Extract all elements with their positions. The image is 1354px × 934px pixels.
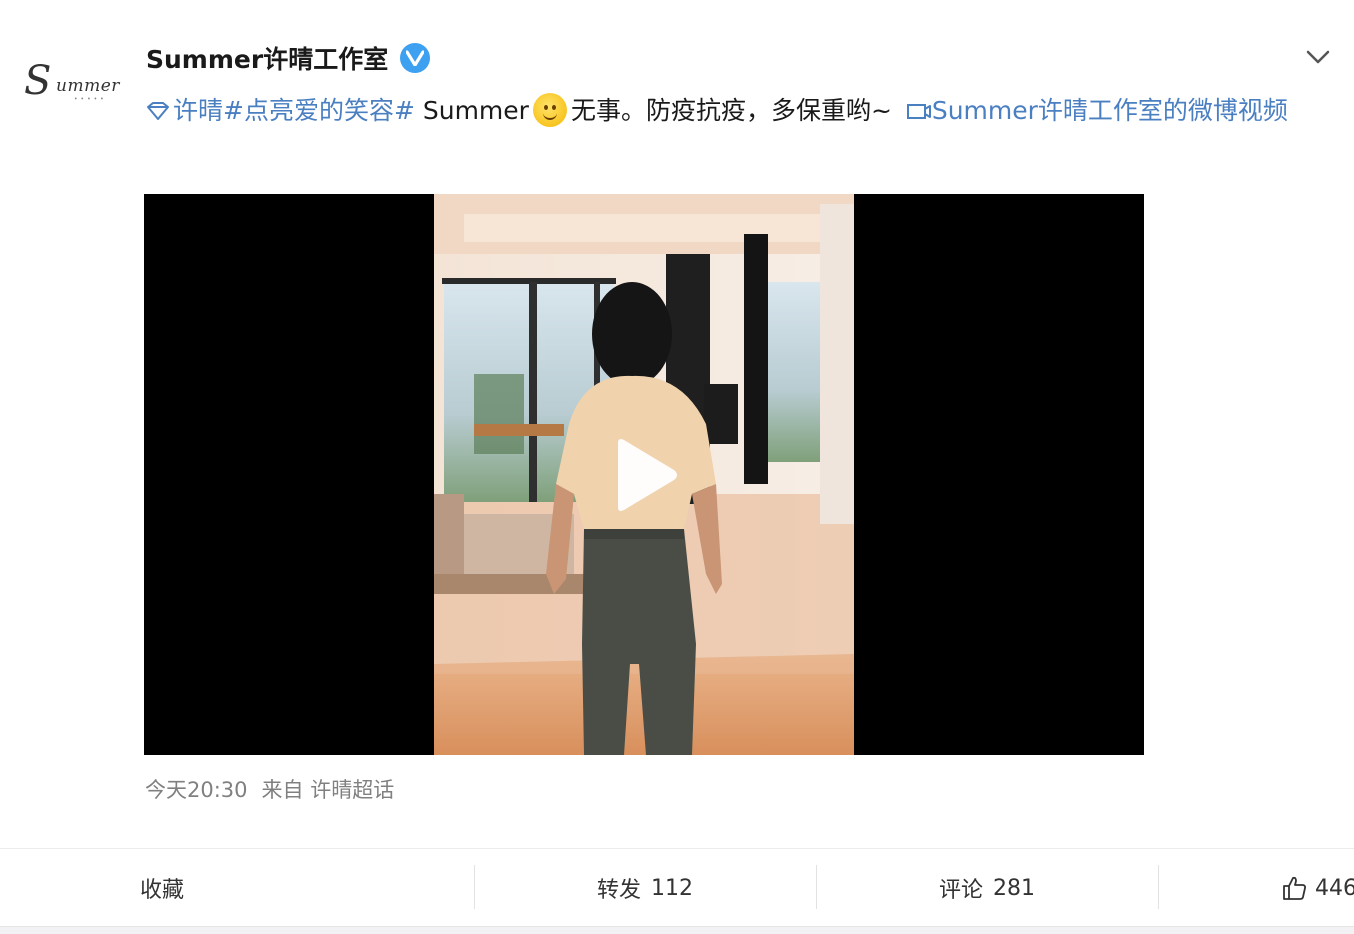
weibo-post-card: S ummer ••••• Summer许晴工作室 许晴#点亮爱的笑容# Sum… bbox=[0, 0, 1354, 927]
post-text: 许晴#点亮爱的笑容# Summer 无事。防疫抗疫，多保重哟~ Summer许晴工… bbox=[145, 86, 1305, 136]
play-icon[interactable] bbox=[610, 437, 680, 513]
topic-label: 许晴#点亮爱的笑容# bbox=[173, 96, 415, 125]
comment-label: 评论 bbox=[938, 878, 983, 903]
action-bar: 收藏 转发 112 评论 281 4467 bbox=[0, 848, 1354, 927]
avatar[interactable]: S ummer ••••• bbox=[22, 58, 122, 110]
video-link-icon bbox=[906, 104, 931, 119]
verified-icon bbox=[400, 43, 431, 73]
video-link-label: Summer许晴工作室的微博视频 bbox=[931, 96, 1288, 125]
repost-label: 转发 bbox=[596, 878, 641, 903]
author-name[interactable]: Summer许晴工作室 bbox=[146, 40, 388, 76]
like-count: 4467 bbox=[1315, 875, 1354, 901]
comment-button[interactable]: 评论 281 bbox=[816, 849, 1158, 927]
favorite-button[interactable]: 收藏 bbox=[0, 849, 474, 927]
favorite-label: 收藏 bbox=[140, 878, 185, 903]
topic-icon bbox=[147, 102, 169, 120]
post-meta: 今天20:30 来自 许晴超话 bbox=[145, 774, 394, 804]
video-player[interactable] bbox=[144, 194, 1144, 755]
chevron-down-icon[interactable] bbox=[1300, 44, 1336, 72]
repost-count: 112 bbox=[651, 875, 693, 901]
source-prefix: 来自 bbox=[261, 778, 304, 802]
post-body-start: Summer bbox=[414, 96, 529, 125]
thumbs-up-icon bbox=[1283, 876, 1306, 900]
repost-button[interactable]: 转发 112 bbox=[474, 849, 816, 927]
post-body-end: 无事。防疫抗疫，多保重哟~ bbox=[570, 96, 900, 125]
like-button[interactable]: 4467 bbox=[1158, 849, 1354, 927]
comment-count: 281 bbox=[993, 875, 1035, 901]
video-link[interactable]: Summer许晴工作室的微博视频 bbox=[900, 96, 1288, 125]
topic-link[interactable]: 许晴#点亮爱的笑容# bbox=[145, 96, 415, 125]
smile-emoji-icon bbox=[532, 93, 567, 127]
author-row: Summer许晴工作室 bbox=[146, 38, 431, 78]
post-time[interactable]: 今天20:30 bbox=[145, 774, 248, 804]
post-source: 来自 许晴超话 bbox=[262, 774, 395, 804]
source-link[interactable]: 许晴超话 bbox=[310, 778, 394, 802]
